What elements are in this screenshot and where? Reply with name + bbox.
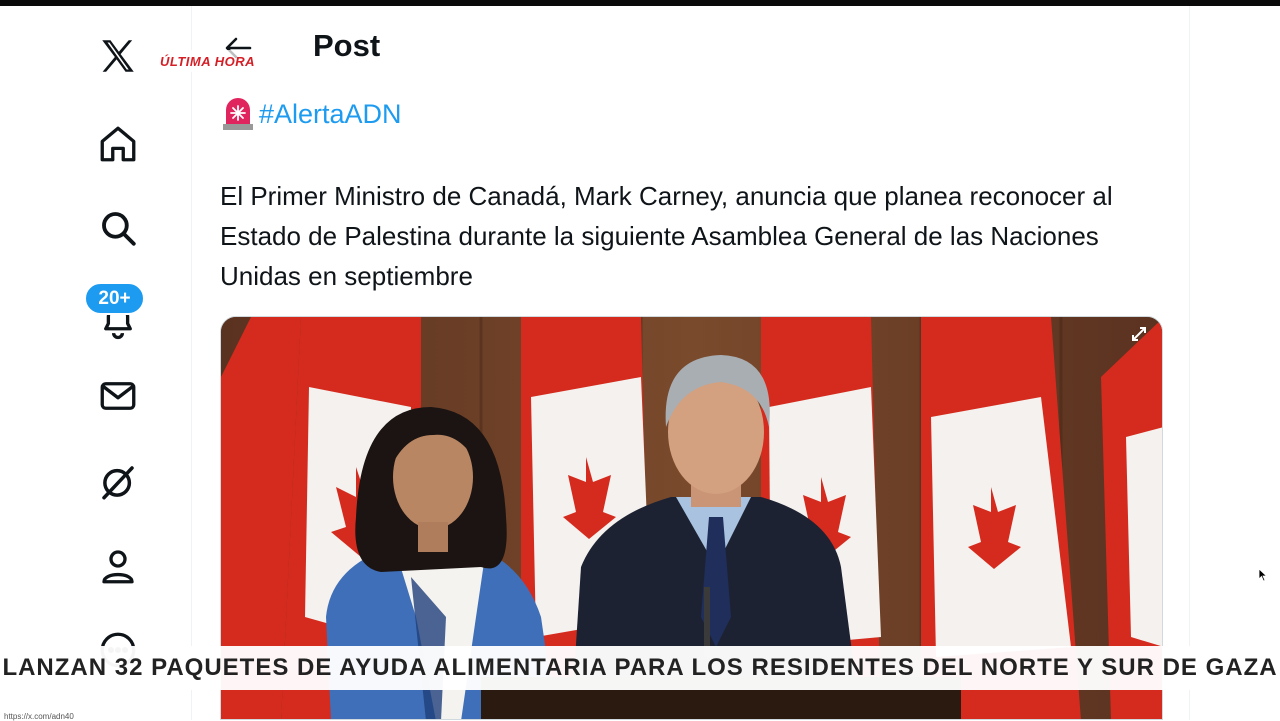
hashtag-row: #AlertaADN xyxy=(221,96,402,132)
search-icon[interactable] xyxy=(94,204,142,252)
ticker-text: LANZAN 32 PAQUETES DE AYUDA ALIMENTARIA … xyxy=(2,654,1278,681)
page-title: Post xyxy=(313,28,381,63)
notifications-badge: 20+ xyxy=(84,282,145,315)
sidebar: 20+ xyxy=(0,6,192,720)
expand-icon[interactable] xyxy=(1130,325,1148,343)
messages-icon[interactable] xyxy=(94,372,142,420)
siren-icon xyxy=(223,98,253,130)
home-icon[interactable] xyxy=(94,120,142,168)
mouse-cursor-icon xyxy=(1258,568,1268,582)
hashtag-link[interactable]: #AlertaADN xyxy=(259,99,402,130)
grok-icon[interactable] xyxy=(94,458,142,506)
profile-icon[interactable] xyxy=(94,542,142,590)
post-text: El Primer Ministro de Canadá, Mark Carne… xyxy=(220,181,1113,291)
x-logo-icon[interactable] xyxy=(94,32,142,80)
breaking-news-label: ÚLTIMA HORA xyxy=(150,50,280,72)
news-ticker: LANZAN 32 PAQUETES DE AYUDA ALIMENTARIA … xyxy=(0,646,1280,690)
